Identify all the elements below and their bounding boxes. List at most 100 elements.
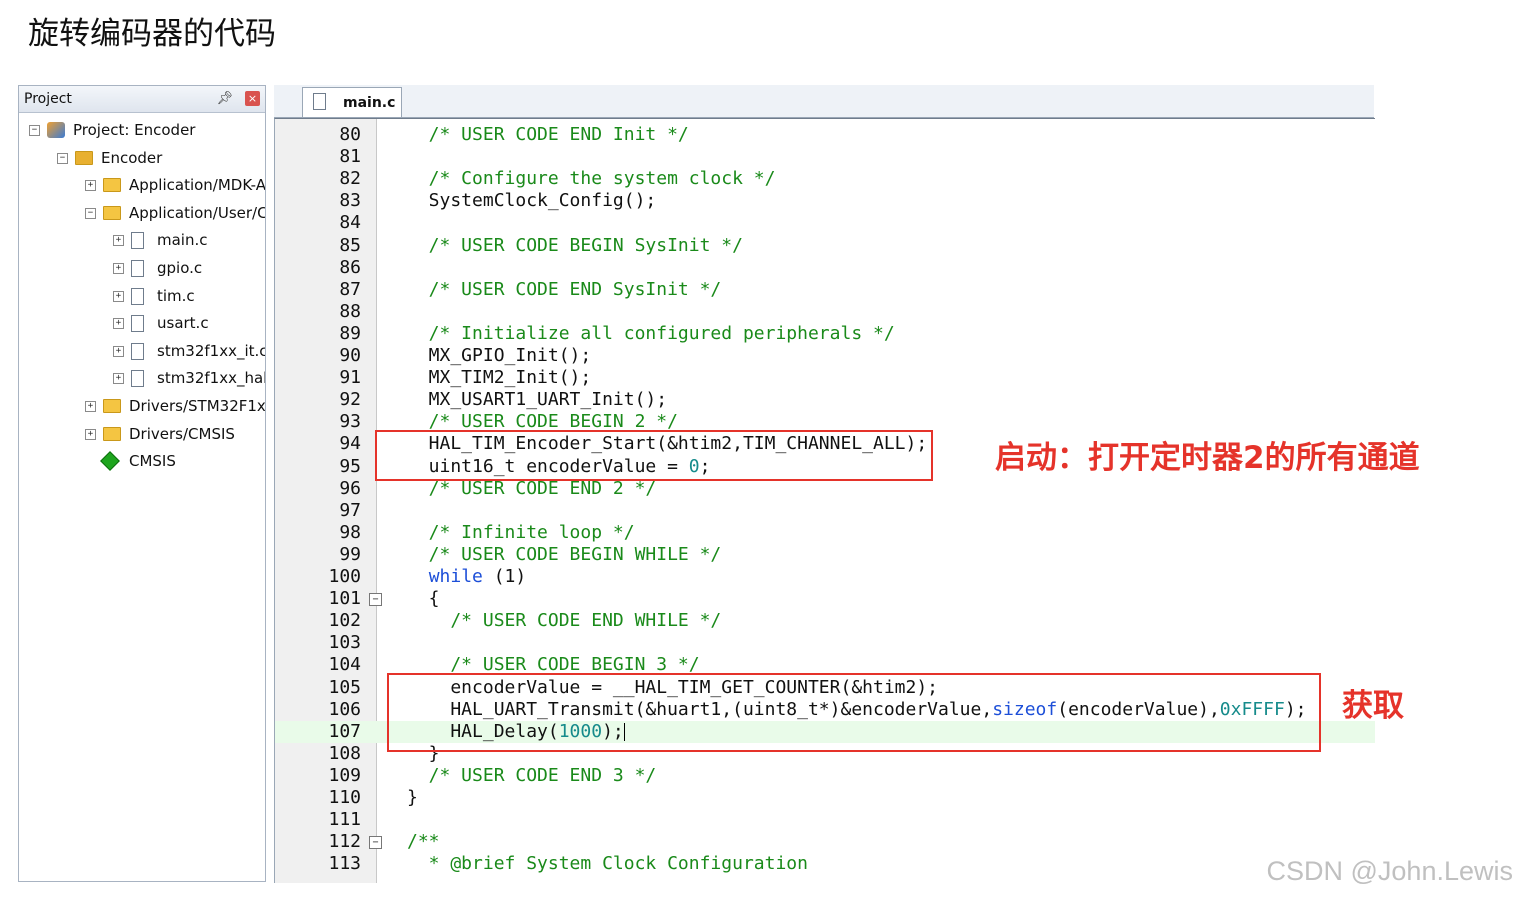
code-line[interactable]: 91 MX_TIM2_Init(); [275,367,1375,389]
code-plain: { [407,588,440,610]
code-line[interactable]: 88 [275,301,1375,323]
tree-item[interactable]: + gpio.c [19,255,265,283]
tree-item[interactable]: + stm32f1xx_hal_msp.c [19,365,265,393]
tree-item[interactable]: + Drivers/CMSIS [19,421,265,449]
fold-toggle-icon[interactable]: − [369,836,382,850]
tree-item[interactable]: + Application/MDK-ARM [19,172,265,200]
line-number: 86 [339,256,361,278]
expand-icon[interactable]: + [113,290,124,302]
code-text: MX_USART1_UART_Init(); [407,389,667,411]
code-line[interactable]: 103 [275,632,1375,654]
file-icon [131,370,144,388]
project-panel: Project 📌︎ × − Project: Encoder − Encoder + A… [18,85,266,882]
code-line[interactable]: 89 /* Initialize all configured peripher… [275,323,1375,345]
tree-item-label: Application/User/Core [129,203,265,222]
expand-icon[interactable]: + [113,235,124,247]
code-text: MX_TIM2_Init(); [407,367,592,389]
start-annotation: 启动：打开定时器2的所有通道 [995,440,1420,476]
line-number: 82 [339,168,361,190]
code-text: * @brief System Clock Configuration [407,853,808,875]
code-text: { [407,588,440,610]
tree-item[interactable]: − Application/User/Core [19,200,265,228]
code-text: MX_GPIO_Init(); [407,345,592,367]
code-comment: * @brief System Clock Configuration [407,853,808,875]
line-number: 95 [339,455,361,477]
code-line[interactable]: 112− /** [275,831,1375,853]
line-number: 93 [339,411,361,433]
code-text: /* USER CODE BEGIN WHILE */ [407,544,722,566]
fold-toggle-icon[interactable]: − [369,593,382,607]
pin-icon[interactable]: 📌︎ [216,86,233,112]
tree-item-label: CMSIS [129,452,176,471]
line-number: 84 [339,212,361,234]
code-line[interactable]: 101− { [275,588,1375,610]
line-number: 104 [328,654,361,676]
line-number: 101 [328,588,361,610]
expand-icon[interactable]: + [85,180,96,192]
line-number: 94 [339,433,361,455]
tree-item-label: Project: Encoder [73,121,196,139]
read-code-highlight-box [387,673,1321,752]
collapse-icon[interactable]: − [57,152,68,164]
code-editor[interactable]: 80 /* USER CODE END Init */81 82 /* Confi… [274,118,1375,883]
expand-icon[interactable]: + [113,373,124,385]
code-line[interactable]: 82 /* Configure the system clock */ [275,168,1375,190]
code-line[interactable]: 85 /* USER CODE BEGIN SysInit */ [275,235,1375,257]
tree-item-label: tim.c [157,286,195,305]
code-line[interactable]: 113 * @brief System Clock Configuration [275,853,1375,875]
tree-item[interactable]: − Project: Encoder [19,117,265,145]
line-number: 98 [339,521,361,543]
tree-item[interactable]: + tim.c [19,283,265,311]
line-number: 89 [339,322,361,344]
code-plain: (1) [482,566,527,587]
code-comment: /* Initialize all configured peripherals… [407,322,895,344]
close-icon[interactable]: × [245,91,260,106]
code-line[interactable]: 92 MX_USART1_UART_Init(); [275,389,1375,411]
expand-icon[interactable]: + [113,318,124,330]
line-number: 87 [339,278,361,300]
code-line[interactable]: 100 while (1) [275,566,1375,588]
target-folder-icon [75,150,93,165]
code-line[interactable]: 99 /* USER CODE BEGIN WHILE */ [275,544,1375,566]
code-line[interactable]: 81 [275,146,1375,168]
tree-item[interactable]: CMSIS [19,448,265,476]
code-line[interactable]: 98 /* Infinite loop */ [275,522,1375,544]
folder-icon [103,178,121,193]
green-diamond-icon [100,451,120,472]
expand-icon[interactable]: + [85,400,96,412]
file-icon [131,315,144,333]
tab-main-c[interactable]: main.c [302,87,402,117]
code-line[interactable]: 83 SystemClock_Config(); [275,190,1375,212]
code-line[interactable]: 102 /* USER CODE END WHILE */ [275,610,1375,632]
code-text: SystemClock_Config(); [407,190,657,212]
tree-item[interactable]: + stm32f1xx_it.c [19,338,265,366]
tree-item[interactable]: − Encoder [19,145,265,173]
expand-icon[interactable]: + [113,262,124,274]
project-panel-header: Project 📌︎ × [19,86,265,113]
tree-item[interactable]: + main.c [19,227,265,255]
expand-icon[interactable]: + [85,428,96,440]
collapse-icon[interactable]: − [85,207,96,219]
code-line[interactable]: 87 /* USER CODE END SysInit */ [275,279,1375,301]
line-number: 99 [339,543,361,565]
code-line[interactable]: 80 /* USER CODE END Init */ [275,124,1375,146]
code-text: /** [407,831,440,853]
code-line[interactable]: 111 [275,809,1375,831]
tree-item[interactable]: + usart.c [19,310,265,338]
code-line[interactable]: 110} [275,787,1375,809]
watermark: CSDN @John.Lewis [1266,856,1514,886]
tree-item[interactable]: + Drivers/STM32F1xx_HAL_Driver [19,393,265,421]
code-comment: /* USER CODE END Init */ [407,124,689,145]
folder-icon [103,426,121,441]
code-keyword: while [428,566,483,587]
code-line[interactable]: 84 [275,212,1375,234]
code-line[interactable]: 90 MX_GPIO_Init(); [275,345,1375,367]
expand-icon[interactable]: + [113,345,124,357]
code-line[interactable]: 109 /* USER CODE END 3 */ [275,765,1375,787]
collapse-icon[interactable]: − [29,125,40,136]
code-line[interactable]: 86 [275,257,1375,279]
code-line[interactable]: 97 [275,500,1375,522]
tree-item-label: gpio.c [157,258,203,277]
code-comment: /** [407,831,440,853]
code-text: while (1) [407,566,527,588]
